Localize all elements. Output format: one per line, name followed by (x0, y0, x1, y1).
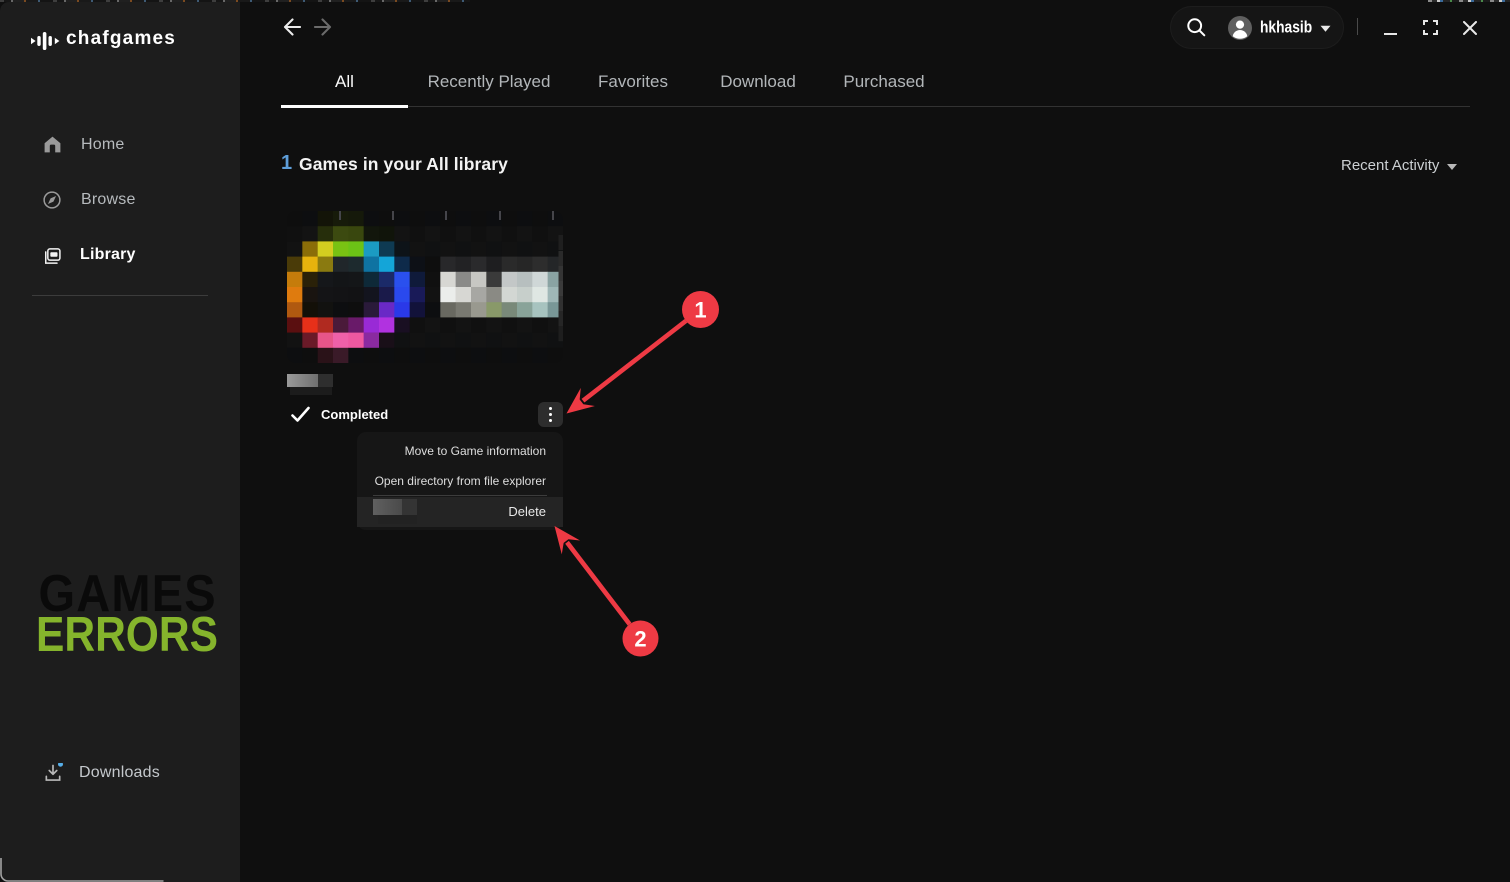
svg-text:2: 2 (634, 627, 646, 652)
svg-text:1: 1 (694, 298, 706, 323)
